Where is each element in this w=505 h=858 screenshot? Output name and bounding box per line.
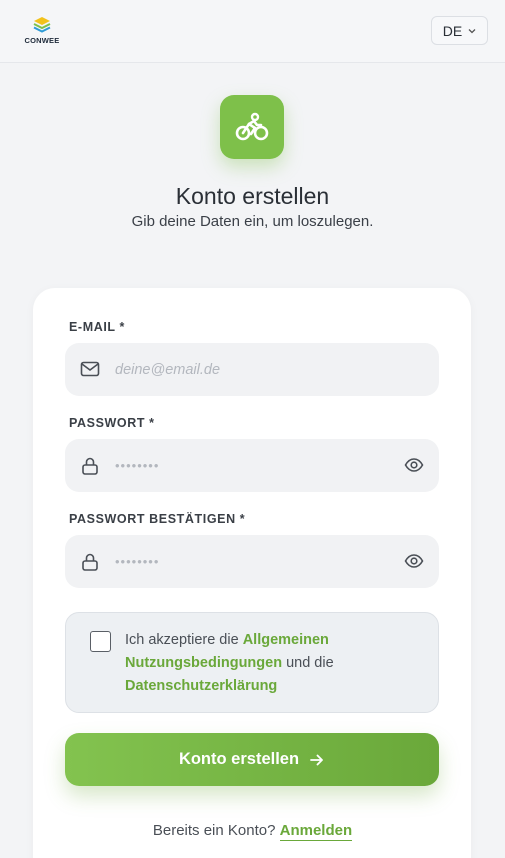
page-subtitle: Gib deine Daten ein, um loszulegen. [131, 213, 374, 230]
login-prompt: Bereits ein Konto? Anmelden [0, 822, 505, 841]
confirm-password-input[interactable] [115, 535, 385, 588]
language-selector[interactable]: DE [431, 16, 488, 45]
eye-icon[interactable] [404, 456, 424, 474]
email-label: E-MAIL * [69, 320, 125, 334]
create-account-label: Konto erstellen [178, 750, 300, 768]
password-field[interactable] [65, 439, 439, 492]
arrow-right-icon [310, 754, 323, 765]
language-label: DE [442, 22, 463, 39]
app-icon [220, 95, 284, 159]
confirm-password-field[interactable] [65, 535, 439, 588]
mail-icon [80, 361, 100, 377]
lock-icon [82, 457, 98, 475]
terms-box: Ich akzeptiere die Allgemeinen Nutzungsb… [65, 612, 439, 713]
bicycle-icon [235, 112, 269, 141]
logo-icon [33, 17, 51, 33]
password-input[interactable] [115, 439, 385, 492]
logo[interactable]: CONWEE [21, 16, 63, 46]
confirm-password-label: PASSWORT BESTÄTIGEN * [69, 512, 246, 526]
top-bar: CONWEE DE [0, 0, 505, 63]
chevron-down-icon [468, 29, 476, 34]
login-question: Bereits ein Konto? [152, 822, 276, 839]
terms-checkbox[interactable] [90, 631, 111, 652]
create-account-button[interactable]: Konto erstellen [65, 733, 439, 786]
login-link[interactable]: Anmelden [279, 822, 353, 841]
email-input[interactable] [115, 343, 385, 396]
page-title: Konto erstellen [175, 183, 330, 209]
email-field[interactable] [65, 343, 439, 396]
eye-icon[interactable] [404, 552, 424, 570]
lock-icon [82, 553, 98, 571]
privacy-link[interactable]: Datenschutzerklärung [125, 678, 277, 694]
terms-text: Ich akzeptiere die Allgemeinen Nutzungsb… [125, 629, 425, 698]
terms-prefix: Ich akzeptiere die [125, 632, 243, 648]
password-label: PASSWORT * [69, 416, 155, 430]
logo-text: CONWEE [24, 36, 60, 45]
terms-middle: und die [282, 655, 334, 671]
